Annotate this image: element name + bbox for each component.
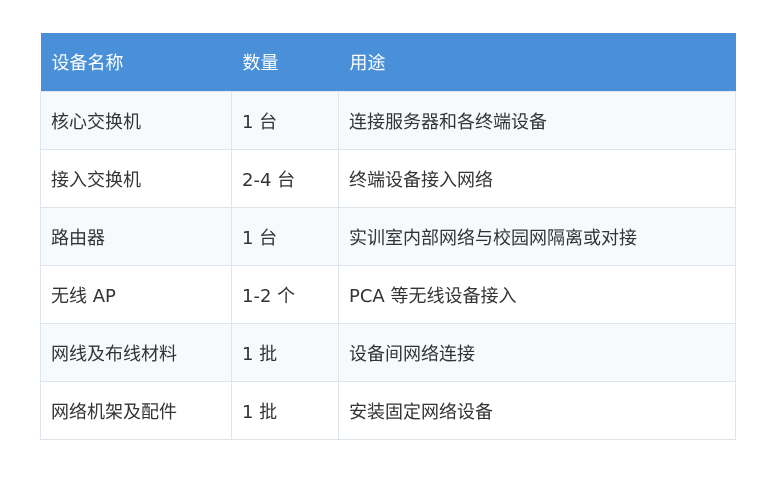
table-row: 无线 AP 1-2 个 PCA 等无线设备接入 [40,265,736,324]
table-row: 核心交换机 1 台 连接服务器和各终端设备 [40,91,736,150]
cell-purpose: 设备间网络连接 [338,323,736,382]
cell-device-name: 接入交换机 [40,149,232,208]
header-purpose: 用途 [338,33,736,92]
table-body: 核心交换机 1 台 连接服务器和各终端设备 接入交换机 2-4 台 终端设备接入… [40,91,736,440]
cell-quantity: 1 批 [231,323,339,382]
equipment-table: 设备名称 数量 用途 核心交换机 1 台 连接服务器和各终端设备 接入交换机 2… [40,33,736,440]
table-header: 设备名称 数量 用途 [40,33,736,92]
header-row: 设备名称 数量 用途 [40,33,736,92]
cell-quantity: 1-2 个 [231,265,339,324]
cell-device-name: 网线及布线材料 [40,323,232,382]
header-quantity: 数量 [231,33,339,92]
header-device-name: 设备名称 [40,33,232,92]
cell-device-name: 无线 AP [40,265,232,324]
table-row: 网线及布线材料 1 批 设备间网络连接 [40,323,736,382]
table-row: 接入交换机 2-4 台 终端设备接入网络 [40,149,736,208]
cell-quantity: 1 台 [231,207,339,266]
cell-quantity: 2-4 台 [231,149,339,208]
cell-device-name: 路由器 [40,207,232,266]
cell-device-name: 核心交换机 [40,91,232,150]
cell-quantity: 1 台 [231,91,339,150]
cell-purpose: 终端设备接入网络 [338,149,736,208]
cell-device-name: 网络机架及配件 [40,381,232,440]
equipment-table-container: 设备名称 数量 用途 核心交换机 1 台 连接服务器和各终端设备 接入交换机 2… [40,33,736,440]
cell-purpose: 实训室内部网络与校园网隔离或对接 [338,207,736,266]
cell-purpose: 连接服务器和各终端设备 [338,91,736,150]
cell-purpose: 安装固定网络设备 [338,381,736,440]
table-row: 网络机架及配件 1 批 安装固定网络设备 [40,381,736,440]
cell-purpose: PCA 等无线设备接入 [338,265,736,324]
cell-quantity: 1 批 [231,381,339,440]
table-row: 路由器 1 台 实训室内部网络与校园网隔离或对接 [40,207,736,266]
